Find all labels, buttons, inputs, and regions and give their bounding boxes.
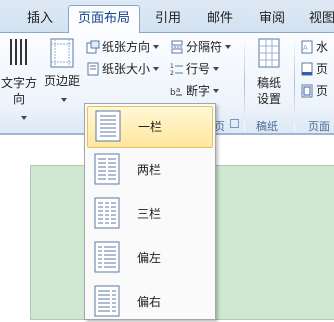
tab-view[interactable]: 视图 [302, 6, 334, 32]
tab-review[interactable]: 审阅 [252, 6, 292, 32]
menu-item-one-column[interactable]: 一栏 [87, 106, 213, 148]
hyphenation-button[interactable]: b a 断字 [170, 81, 220, 101]
svg-text:1: 1 [170, 63, 174, 70]
draft-paper-label-line1: 稿纸 [256, 76, 281, 90]
chevron-down-icon [40, 92, 84, 108]
line-numbers-button[interactable]: 1 2 行号 [170, 59, 220, 79]
margins-icon [50, 38, 74, 68]
text-direction-button[interactable]: 文字方向 [0, 35, 40, 126]
hyphenation-icon: b a [170, 86, 182, 98]
hyphenation-label: 断字 [186, 84, 211, 98]
tab-page-layout[interactable]: 页面布局 [68, 5, 140, 34]
watermark-icon: A [301, 40, 313, 54]
text-direction-icon [10, 39, 27, 65]
right-column-icon [94, 285, 120, 317]
chevron-down-icon [153, 45, 160, 49]
menu-item-two-columns[interactable]: 两栏 [87, 150, 211, 190]
page-borders-label: 页 [316, 84, 329, 98]
dialog-launcher-icon[interactable] [230, 119, 239, 128]
tab-mailings[interactable]: 邮件 [200, 6, 240, 32]
orientation-icon [86, 40, 100, 54]
one-column-icon [95, 110, 121, 142]
menu-item-left-column[interactable]: 偏左 [87, 238, 211, 278]
columns-dropdown-menu: 一栏 两栏 三栏 偏左 偏右 [84, 103, 216, 320]
page-color-button[interactable]: 页 [300, 59, 328, 79]
page-color-icon [301, 62, 313, 76]
page-color-label: 页 [316, 62, 329, 76]
group-label-draft-paper: 稿纸 [256, 120, 278, 133]
watermark-label: 水 [316, 40, 329, 54]
ribbon-tab-strip: 插入 页面布局 引用 邮件 审阅 视图 [0, 0, 334, 34]
menu-item-right-column[interactable]: 偏右 [87, 282, 211, 322]
menu-item-label: 偏左 [137, 251, 162, 265]
draft-paper-settings-button[interactable]: 稿纸 设置 [250, 37, 288, 107]
chevron-down-icon [225, 45, 232, 49]
breaks-label: 分隔符 [186, 40, 223, 54]
margins-label: 页边距 [43, 74, 80, 88]
size-label: 纸张大小 [102, 62, 151, 76]
group-separator [244, 35, 245, 131]
line-numbers-icon: 1 2 [170, 63, 183, 76]
chevron-down-icon [213, 89, 220, 93]
menu-item-label: 两栏 [137, 163, 162, 177]
left-column-icon [94, 241, 120, 273]
chevron-down-icon [213, 67, 220, 71]
size-button[interactable]: 纸张大小 [86, 59, 160, 79]
paper-size-icon [87, 62, 99, 76]
page-borders-icon [301, 84, 313, 98]
page-borders-button[interactable]: 页 [300, 81, 328, 101]
menu-item-three-columns[interactable]: 三栏 [87, 194, 211, 234]
margins-button[interactable]: 页边距 [40, 37, 84, 108]
menu-item-label: 三栏 [137, 207, 162, 221]
watermark-button[interactable]: A 水 [300, 37, 328, 57]
svg-text:a: a [176, 86, 180, 94]
chevron-down-icon [153, 67, 160, 71]
svg-text:A: A [303, 44, 308, 52]
tab-insert[interactable]: 插入 [18, 6, 62, 32]
group-label-page-background: 页面 [308, 120, 330, 133]
line-numbers-label: 行号 [186, 62, 211, 76]
three-columns-icon [94, 197, 120, 229]
tab-references[interactable]: 引用 [148, 6, 188, 32]
draft-paper-label-line2: 设置 [256, 92, 281, 106]
orientation-button[interactable]: 纸张方向 [86, 37, 160, 57]
chevron-down-icon [4, 110, 40, 126]
menu-item-label: 一栏 [138, 120, 163, 134]
breaks-button[interactable]: 分隔符 [170, 37, 232, 57]
draft-paper-icon [258, 38, 280, 68]
text-direction-label: 文字方向 [0, 76, 37, 106]
orientation-label: 纸张方向 [102, 40, 151, 54]
svg-text:2: 2 [170, 70, 174, 76]
two-columns-icon [94, 153, 120, 185]
breaks-icon [171, 40, 183, 54]
menu-item-label: 偏右 [137, 295, 162, 309]
group-separator [294, 35, 295, 131]
